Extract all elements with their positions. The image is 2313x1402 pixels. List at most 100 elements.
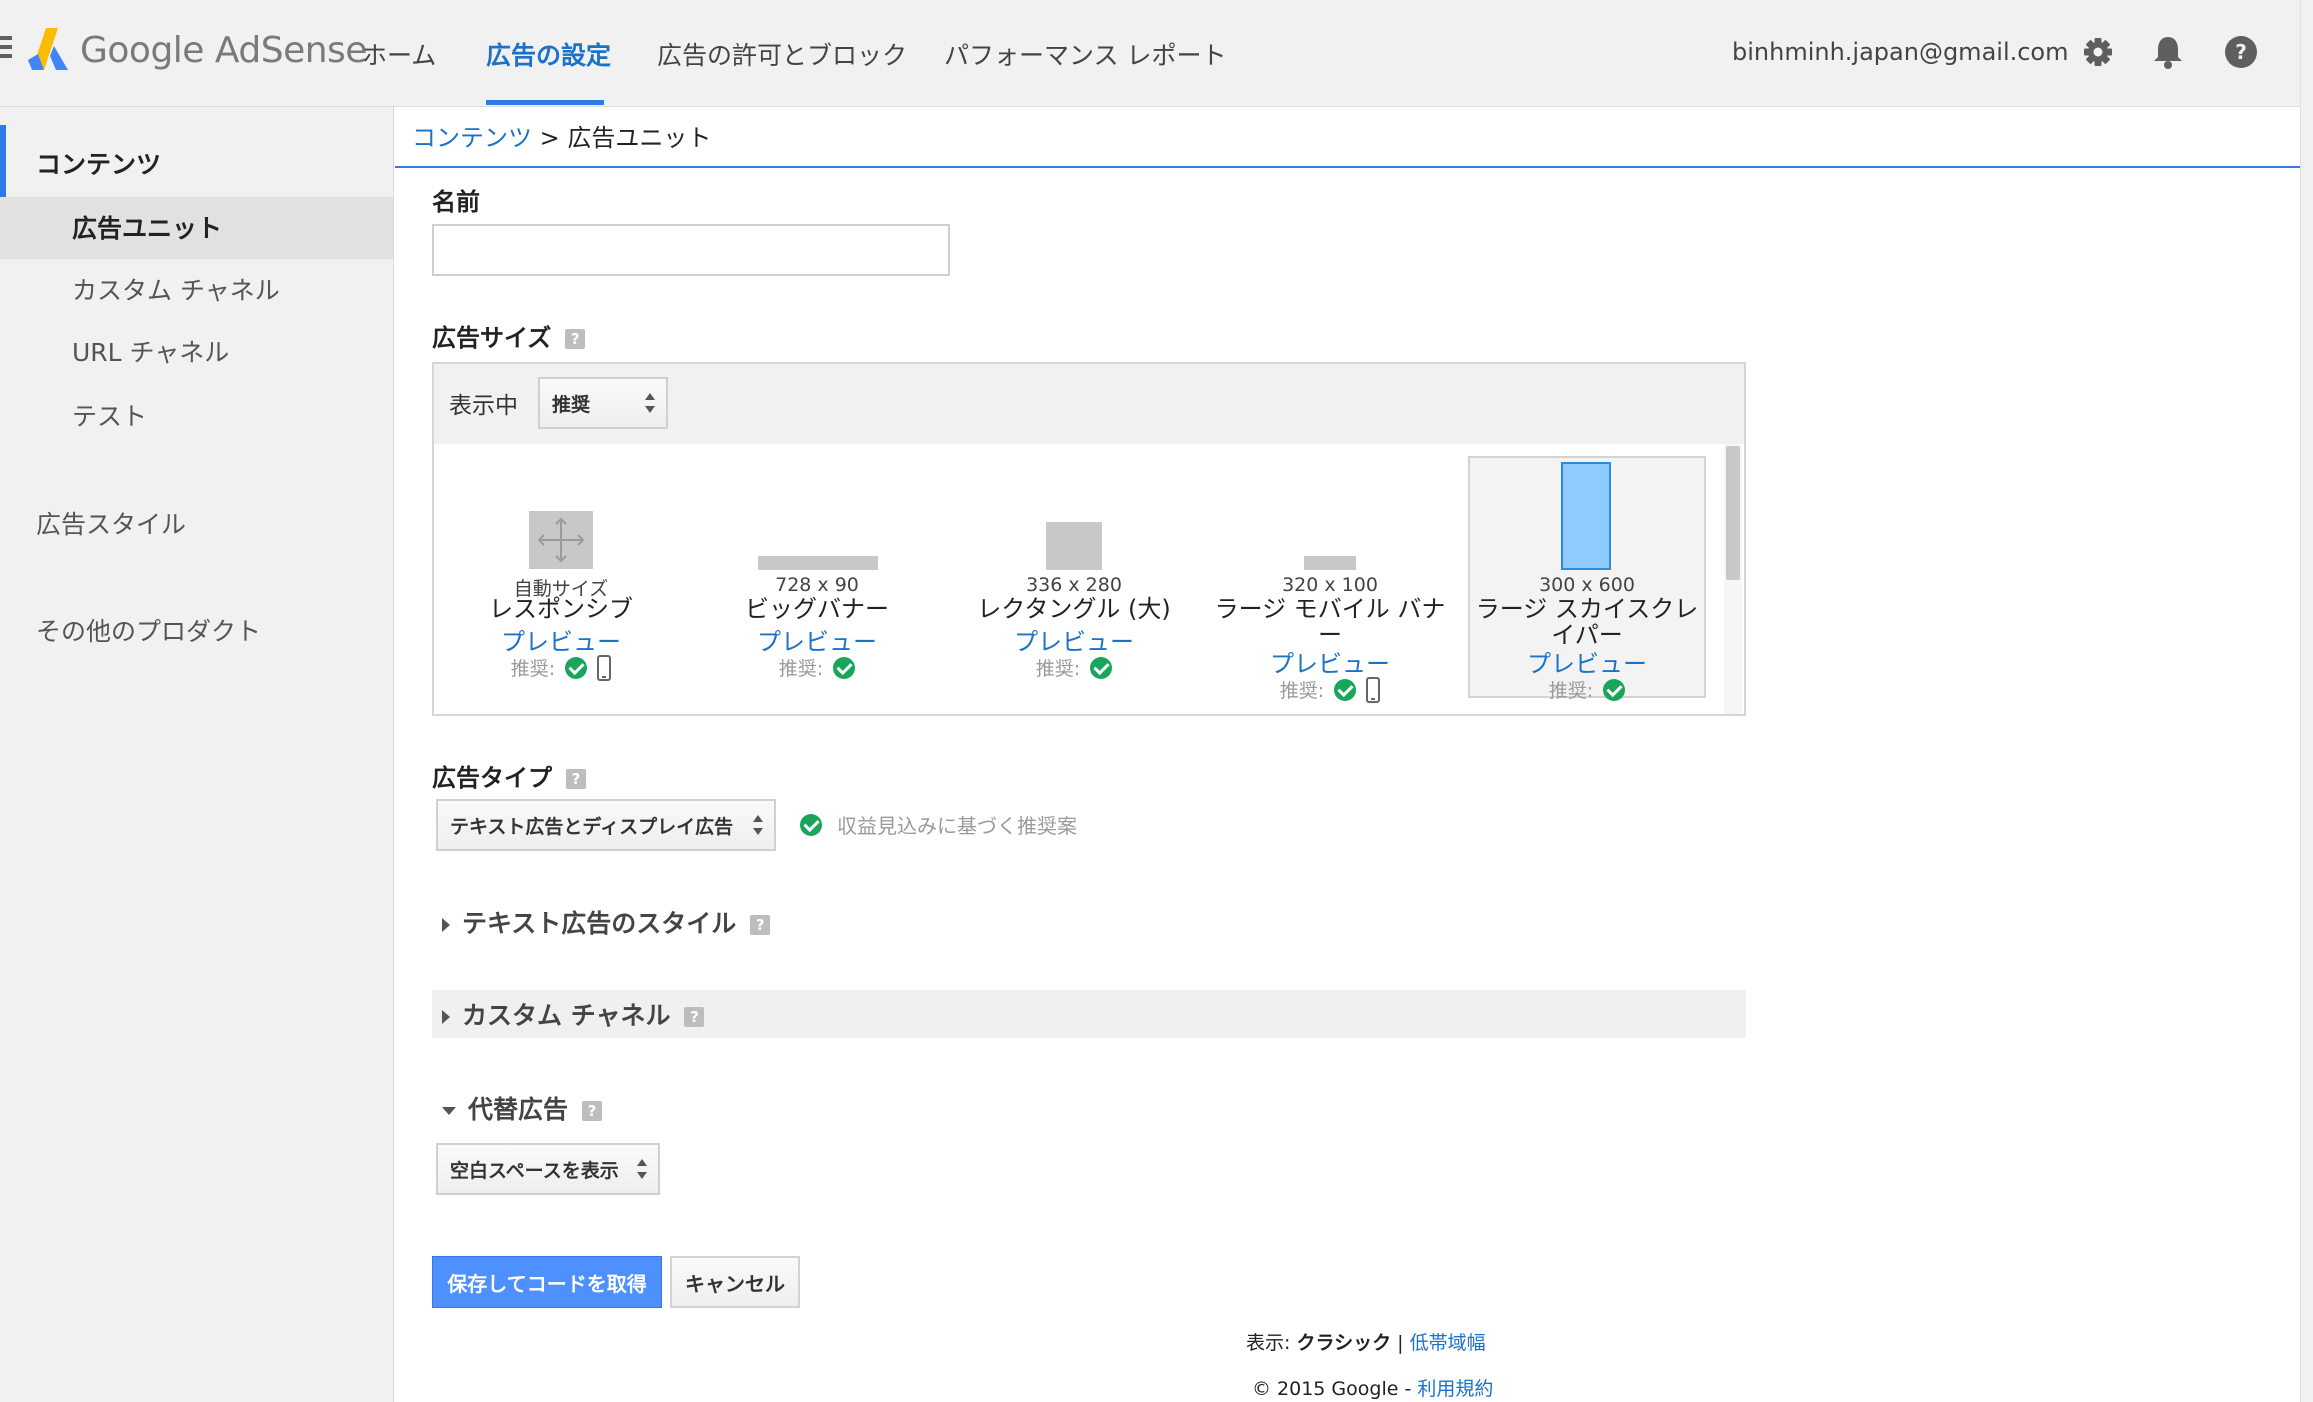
help-icon[interactable]: ? [750,915,771,935]
logo-text: Google AdSense [80,30,367,71]
bell-icon[interactable] [2148,32,2188,72]
recommended-label: 推奨: [778,658,824,680]
ad-size-label-text: 広告サイズ [432,324,552,352]
expand-arrow-icon [442,918,450,932]
copyright: © 2015 Google - 利用規約 [1252,1374,1493,1401]
size-dimensions: 728 x 90 [775,574,859,596]
check-icon [800,814,822,836]
sidebar-item-experiments[interactable]: テスト [72,397,147,433]
preview-link[interactable]: プレビュー [1470,644,1704,679]
showing-select-value: 推奨 [552,393,591,416]
help-icon[interactable]: ? [582,1101,603,1121]
showing-select[interactable]: 推奨 [538,377,668,429]
view-mode: 表示: クラシック | 低帯域幅 [1246,1328,1486,1355]
breadcrumb-current: 広告ユニット [567,124,712,152]
help-icon[interactable]: ? [566,769,586,789]
size-option-large-rectangle[interactable]: 336 x 280 レクタングル (大) プレビュー 推奨: [955,456,1193,698]
size-option-responsive[interactable]: 自動サイズ レスポンシブ プレビュー 推奨: [442,456,680,698]
size-name: ビッグバナー [745,595,889,623]
recommended-label: 推奨: [1035,658,1081,680]
size-name: レクタングル (大) [977,595,1171,623]
breadcrumb-divider [395,166,2300,168]
recommended-label: 推奨: [1548,680,1594,702]
size-dimensions: 336 x 280 [1026,574,1122,596]
backfill-select-value: 空白スペースを表示 [450,1159,619,1182]
gear-icon[interactable] [2078,32,2118,72]
adsense-logo-icon[interactable] [24,26,70,72]
recommended-label: 推奨: [510,658,556,680]
size-option-leaderboard[interactable]: 728 x 90 ビッグバナー プレビュー 推奨: [698,456,936,698]
text-ad-style-label: テキスト広告のスタイル [462,909,737,938]
check-icon [1090,656,1113,679]
text-ad-style-toggle[interactable]: テキスト広告のスタイル? [442,904,771,940]
view-mode-prefix: 表示: [1246,1332,1291,1354]
sidebar-item-custom-channels[interactable]: カスタム チャネル [72,271,280,307]
sidebar-item-content[interactable]: コンテンツ [36,145,161,181]
recommended-row: 推奨: [1211,676,1449,703]
size-thumbnail [1304,556,1356,570]
ad-type-note: 収益見込みに基づく推奨案 [837,814,1077,838]
breadcrumb-link[interactable]: コンテンツ [412,124,532,152]
name-label: 名前 [432,188,480,216]
backfill-label: 代替広告 [468,1095,569,1124]
mobile-phone-icon [1366,676,1381,703]
check-icon [833,656,856,679]
svg-text:?: ? [2235,40,2247,64]
check-icon [1334,678,1357,701]
terms-link[interactable]: 利用規約 [1417,1378,1493,1400]
ad-type-label-text: 広告タイプ [432,764,552,792]
help-icon[interactable]: ? [684,1007,705,1027]
collapse-arrow-icon [442,1107,456,1115]
ad-type-label: 広告タイプ? [432,758,586,793]
custom-channel-toggle[interactable]: カスタム チャネル? [442,996,705,1032]
nav-home[interactable]: ホーム [362,36,436,72]
select-arrows-icon [752,815,764,835]
backfill-ads-toggle[interactable]: 代替広告? [442,1090,603,1126]
sizes-scrollbar-thumb[interactable] [1726,446,1740,580]
size-option-large-mobile-banner[interactable]: 320 x 100 ラージ モバイル バナー プレビュー 推奨: [1211,456,1449,703]
sidebar-item-ad-units[interactable]: 広告ユニット [72,209,222,245]
recommended-row: 推奨: [698,654,936,681]
name-input[interactable] [432,224,950,276]
breadcrumb: コンテンツ > 広告ユニット [412,118,711,153]
help-icon[interactable]: ? [565,329,586,349]
size-dimensions: 300 x 600 [1539,574,1635,596]
size-thumbnail [758,556,878,570]
user-email[interactable]: binhminh.japan@gmail.com [1732,38,2069,66]
expand-arrow-icon [442,1010,450,1024]
sidebar-item-url-channels[interactable]: URL チャネル [72,333,229,369]
sidebar: コンテンツ 広告ユニット カスタム チャネル URL チャネル テスト 広告スタ… [0,107,394,1402]
view-mode-current: クラシック [1296,1332,1392,1354]
size-name: ラージ スカイスクレイパー [1475,595,1699,649]
recommended-row: 推奨: [955,654,1193,681]
low-bandwidth-link[interactable]: 低帯域幅 [1410,1332,1486,1354]
size-name: レスポンシブ [489,595,633,623]
copyright-text: © 2015 Google - [1252,1378,1412,1400]
preview-link[interactable]: プレビュー [955,622,1193,657]
sidebar-item-ad-styles[interactable]: 広告スタイル [36,505,186,541]
breadcrumb-separator: > [539,124,560,152]
size-thumbnail [1046,522,1102,570]
size-name: ラージ モバイル バナー [1214,595,1446,649]
cancel-button[interactable]: キャンセル [670,1256,800,1308]
save-and-get-code-button[interactable]: 保存してコードを取得 [432,1256,662,1308]
resize-arrows-icon [529,511,593,569]
preview-link[interactable]: プレビュー [1211,644,1449,679]
showing-label: 表示中 [449,393,518,419]
size-option-large-skyscraper[interactable]: 300 x 600 ラージ スカイスクレイパー プレビュー 推奨: [1468,456,1706,702]
help-icon[interactable]: ? [2221,32,2261,72]
custom-channel-label: カスタム チャネル [462,1001,671,1030]
preview-link[interactable]: プレビュー [698,622,936,657]
menu-icon[interactable] [0,36,12,66]
nav-ad-settings[interactable]: 広告の設定 [486,36,611,72]
view-mode-separator: | [1397,1332,1404,1354]
backfill-select[interactable]: 空白スペースを表示 [436,1143,660,1195]
ad-type-select[interactable]: テキスト広告とディスプレイ広告 [436,799,776,851]
window-edge [2300,0,2313,1402]
nav-allow-block[interactable]: 広告の許可とブロック [657,36,907,72]
nav-performance-report[interactable]: パフォーマンス レポート [944,36,1226,72]
preview-link[interactable]: プレビュー [442,622,680,657]
sidebar-item-other-products[interactable]: その他のプロダクト [36,612,261,648]
recommended-label: 推奨: [1279,680,1325,702]
size-thumbnail [1561,462,1611,570]
